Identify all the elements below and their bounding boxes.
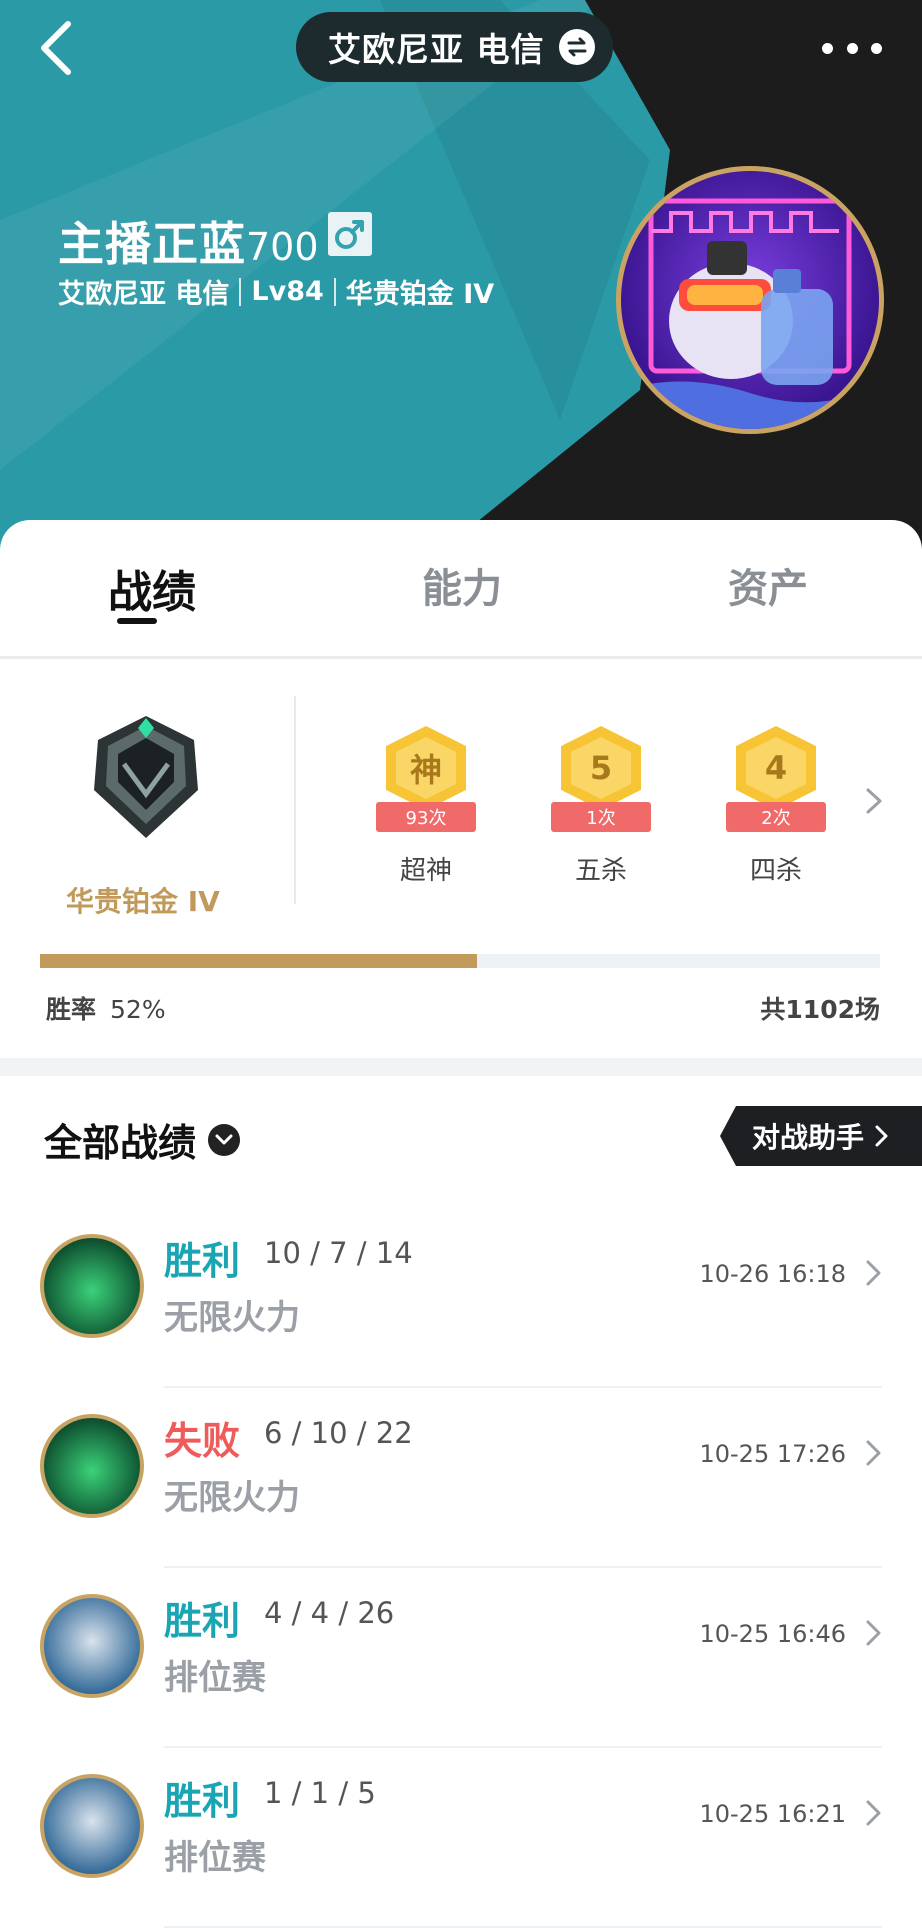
badge-label: 五杀: [574, 856, 627, 886]
avatar-image: [621, 171, 879, 429]
battle-assistant-button[interactable]: 对战助手: [720, 1106, 922, 1166]
male-icon: [328, 212, 372, 256]
badge-pentakill[interactable]: 5 1次 五杀: [541, 726, 661, 890]
win-rate-label: 胜率: [46, 995, 97, 1024]
dot-icon: [871, 42, 882, 54]
battle-assistant-label: 对战助手: [752, 1121, 865, 1154]
match-row[interactable]: 胜利 1 / 1 / 5 排位赛 10-25 16:21: [0, 1748, 922, 1928]
player-name-suffix: 700: [246, 225, 319, 269]
swap-icon: [558, 29, 595, 65]
pentakill-badge-icon: 5: [561, 726, 641, 810]
chevron-right-icon: [866, 1620, 881, 1646]
tab-assets[interactable]: 资产: [728, 556, 808, 614]
win-rate: 胜率 52%: [46, 990, 166, 1026]
total-games: 共1102场: [760, 995, 880, 1024]
match-kda: 1 / 1 / 5: [264, 1776, 376, 1810]
divider: [239, 277, 242, 306]
player-level: Lv84: [251, 276, 324, 307]
badges-more-button[interactable]: [862, 786, 886, 816]
divider: [294, 696, 296, 904]
match-mode: 排位赛: [164, 1658, 266, 1698]
active-tab-indicator: [117, 618, 157, 624]
tab-ability[interactable]: 能力: [422, 556, 502, 614]
champion-avatar: [40, 1414, 144, 1518]
match-mode: 无限火力: [164, 1298, 300, 1338]
badge-icon-glyph: 神: [396, 737, 456, 799]
server-switch-button[interactable]: 艾欧尼亚 电信: [296, 12, 613, 82]
match-filter-dropdown[interactable]: 全部战绩: [44, 1112, 241, 1167]
rank-emblem-icon: [86, 712, 206, 842]
chevron-right-icon: [866, 788, 882, 814]
match-kda: 4 / 4 / 26: [264, 1596, 395, 1630]
badge-label: 超神: [399, 856, 452, 886]
match-kda: 10 / 7 / 14: [264, 1236, 413, 1270]
match-time: 10-26 16:18: [699, 1260, 846, 1288]
chevron-left-icon: [41, 21, 71, 75]
match-time: 10-25 16:46: [699, 1620, 846, 1648]
chevron-right-icon: [866, 1260, 881, 1286]
thresh-icon: [44, 1238, 140, 1334]
badge-label: 四杀: [749, 856, 802, 886]
legendary-badge-icon: 神: [386, 726, 466, 810]
champion-avatar: [40, 1594, 144, 1698]
server-name: 艾欧尼亚 电信: [328, 30, 545, 69]
match-row[interactable]: 胜利 4 / 4 / 26 排位赛 10-25 16:46: [0, 1568, 922, 1748]
badge-count: 93次: [376, 802, 476, 832]
thresh-icon: [44, 1418, 140, 1514]
match-mode: 排位赛: [164, 1838, 266, 1878]
match-list-title: 全部战绩: [44, 1121, 197, 1165]
player-rank: 华贵铂金 IV: [345, 279, 495, 310]
chevron-right-icon: [866, 1440, 881, 1466]
match-result: 胜利: [164, 1599, 241, 1643]
more-options-button[interactable]: [822, 28, 882, 68]
player-server: 艾欧尼亚 电信: [58, 279, 230, 310]
match-result: 失败: [164, 1419, 241, 1463]
match-time: 10-25 16:21: [699, 1800, 846, 1828]
match-row[interactable]: 失败 6 / 10 / 22 无限火力 10-25 17:26: [0, 1388, 922, 1568]
divider: [333, 277, 336, 306]
match-row[interactable]: 胜利 10 / 7 / 14 无限火力 10-26 16:18: [0, 1208, 922, 1388]
dot-icon: [822, 42, 833, 54]
back-button[interactable]: [30, 18, 90, 78]
champion-avatar: [40, 1774, 144, 1878]
match-result: 胜利: [164, 1239, 241, 1283]
badge-quadrakill[interactable]: 4 2次 四杀: [716, 726, 836, 890]
zilean-icon: [44, 1778, 140, 1874]
zilean-icon: [44, 1598, 140, 1694]
win-rate-bar-fill: [40, 954, 477, 968]
tab-bar: 战绩 能力 资产: [0, 520, 922, 659]
profile-header: 艾欧尼亚 电信 主播正蓝700 艾欧尼亚 电信 Lv84 华贵铂金 IV: [0, 0, 922, 560]
badge-count: 1次: [551, 802, 651, 832]
badge-icon-glyph: 5: [571, 737, 631, 799]
chevron-right-icon: [866, 1800, 881, 1826]
badge-count: 2次: [726, 802, 826, 832]
player-meta: 艾欧尼亚 电信 Lv84 华贵铂金 IV: [58, 272, 494, 311]
match-time: 10-25 17:26: [699, 1440, 846, 1468]
champion-avatar: [40, 1234, 144, 1338]
player-name-text: 主播正蓝: [58, 217, 246, 271]
match-kda: 6 / 10 / 22: [264, 1416, 413, 1450]
match-mode: 无限火力: [164, 1478, 300, 1518]
tab-record[interactable]: 战绩: [108, 556, 196, 620]
win-rate-value: 52%: [110, 995, 166, 1024]
player-name: 主播正蓝700: [58, 208, 319, 274]
match-result: 胜利: [164, 1779, 241, 1823]
quadrakill-badge-icon: 4: [736, 726, 816, 810]
chevron-down-icon: [208, 1123, 241, 1156]
chevron-right-icon: [875, 1125, 888, 1147]
section-divider: [0, 1058, 922, 1076]
avatar[interactable]: [616, 166, 884, 434]
rank-label: 华贵铂金 IV: [66, 885, 220, 918]
win-rate-bar: [40, 954, 880, 968]
dot-icon: [846, 42, 858, 54]
badge-icon-glyph: 4: [746, 737, 806, 799]
badge-legendary[interactable]: 神 93次 超神: [366, 726, 486, 890]
